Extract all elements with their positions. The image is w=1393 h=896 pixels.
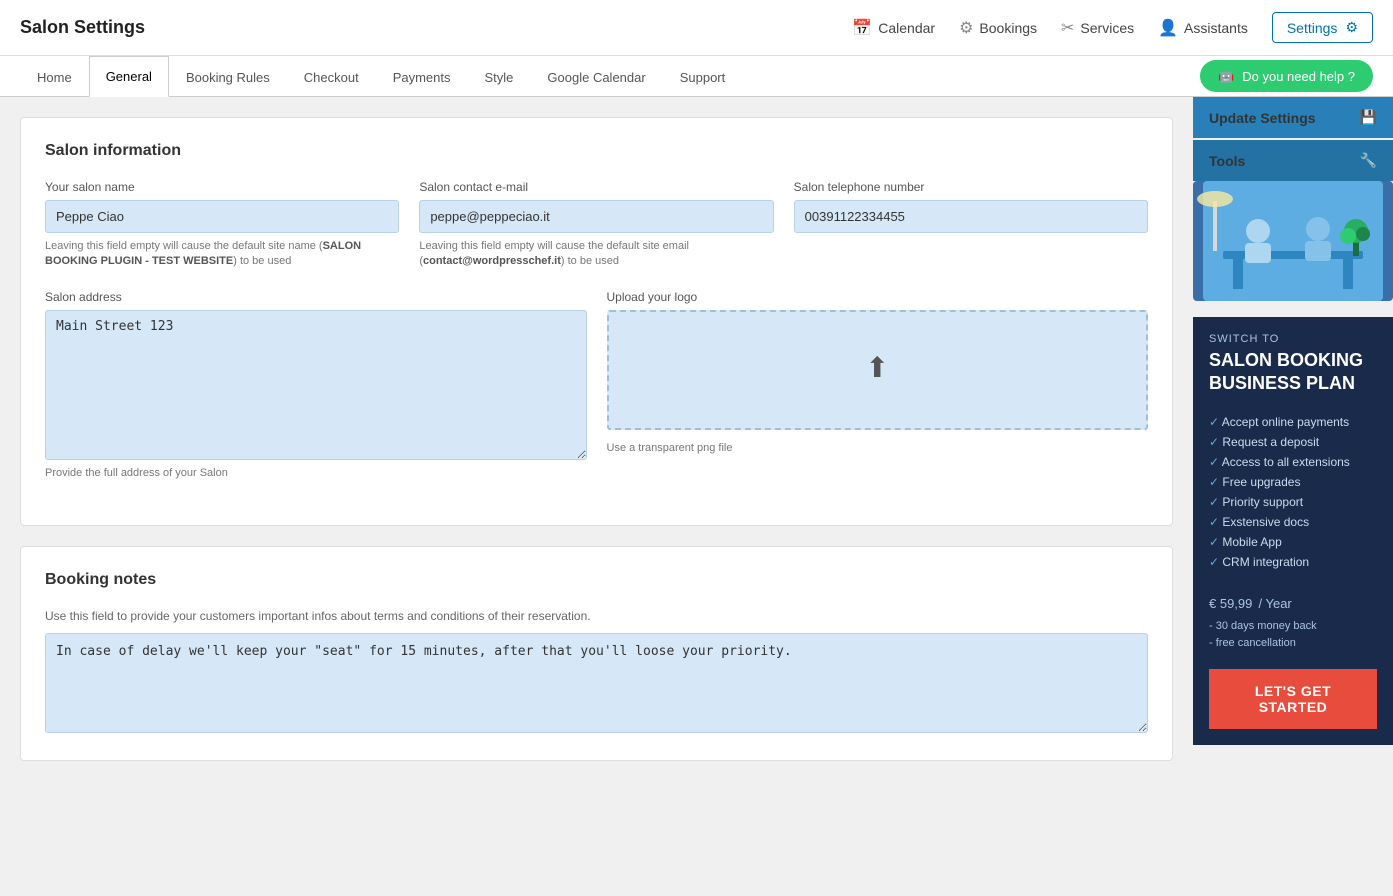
promo-switch-label: SWITCH TO <box>1209 333 1377 345</box>
bookings-icon: ⚙ <box>959 18 973 38</box>
feature-3: Access to all extensions <box>1209 452 1377 472</box>
tab-google-calendar[interactable]: Google Calendar <box>530 57 662 97</box>
nav-bookings[interactable]: ⚙ Bookings <box>959 18 1037 38</box>
salon-address-hint: Provide the full address of your Salon <box>45 466 587 481</box>
booking-notes-title: Booking notes <box>45 571 1148 589</box>
logo-hint: Use a transparent png file <box>607 442 1149 454</box>
help-label: Do you need help ? <box>1242 69 1355 84</box>
calendar-icon: 📅 <box>852 18 872 38</box>
salon-address-label: Salon address <box>45 290 587 304</box>
services-icon: ✂ <box>1061 18 1074 38</box>
salon-email-input[interactable] <box>419 200 773 233</box>
header-nav: 📅 Calendar ⚙ Bookings ✂ Services 👤 Assis… <box>852 12 1373 43</box>
nav-calendar[interactable]: 📅 Calendar <box>852 18 935 38</box>
tools-button[interactable]: Tools 🔧 <box>1193 140 1393 181</box>
assistants-icon: 👤 <box>1158 18 1178 38</box>
sidebar: Update Settings 💾 Tools 🔧 <box>1193 97 1393 893</box>
salon-phone-label: Salon telephone number <box>794 180 1148 194</box>
help-robot-icon: 🤖 <box>1218 68 1234 84</box>
tab-style[interactable]: Style <box>468 57 531 97</box>
nav-services-label: Services <box>1080 20 1134 36</box>
page-title: Salon Settings <box>20 17 852 38</box>
salon-email-hint: Leaving this field empty will cause the … <box>419 239 773 270</box>
salon-name-group: Your salon name Leaving this field empty… <box>45 180 399 270</box>
logo-upload-area[interactable]: ⬆ <box>607 310 1149 430</box>
main-layout: Salon information Your salon name Leavin… <box>0 97 1393 893</box>
nav-assistants-label: Assistants <box>1184 20 1248 36</box>
salon-address-input[interactable] <box>45 310 587 460</box>
update-settings-button[interactable]: Update Settings 💾 <box>1193 97 1393 138</box>
tab-bar: Home General Booking Rules Checkout Paym… <box>0 56 1393 97</box>
promo-title: SALON BOOKING BUSINESS PLAN <box>1209 349 1377 396</box>
salon-name-hint: Leaving this field empty will cause the … <box>45 239 399 270</box>
feature-1: Accept online payments <box>1209 412 1377 432</box>
tab-payments[interactable]: Payments <box>376 57 468 97</box>
booking-notes-hint: Use this field to provide your customers… <box>45 609 1148 623</box>
settings-button[interactable]: Settings ⚙ <box>1272 12 1373 43</box>
settings-gear-icon: ⚙ <box>1345 19 1358 36</box>
salon-info-title: Salon information <box>45 142 1148 160</box>
salon-name-label: Your salon name <box>45 180 399 194</box>
promo-illustration <box>1193 181 1393 301</box>
nav-services[interactable]: ✂ Services <box>1061 18 1134 38</box>
salon-fields-row1: Your salon name Leaving this field empty… <box>45 180 1148 270</box>
help-button[interactable]: 🤖 Do you need help ? <box>1200 60 1373 92</box>
upload-icon: ⬆ <box>866 351 889 384</box>
feature-2: Request a deposit <box>1209 432 1377 452</box>
nav-calendar-label: Calendar <box>878 20 935 36</box>
save-icon: 💾 <box>1360 109 1377 126</box>
salon-email-group: Salon contact e-mail Leaving this field … <box>419 180 773 270</box>
promo-cta-button[interactable]: LET'S GET STARTED <box>1209 669 1377 729</box>
feature-6: Exstensive docs <box>1209 512 1377 532</box>
salon-phone-group: Salon telephone number <box>794 180 1148 270</box>
salon-name-input[interactable] <box>45 200 399 233</box>
tab-checkout[interactable]: Checkout <box>287 57 376 97</box>
tab-booking-rules[interactable]: Booking Rules <box>169 57 287 97</box>
promo-panel: SWITCH TO SALON BOOKING BUSINESS PLAN Ac… <box>1193 317 1393 745</box>
tab-support[interactable]: Support <box>663 57 743 97</box>
promo-price-period: / Year <box>1259 596 1292 611</box>
feature-7: Mobile App <box>1209 532 1377 552</box>
content-area: Salon information Your salon name Leavin… <box>0 97 1193 893</box>
nav-bookings-label: Bookings <box>979 20 1037 36</box>
salon-logo-group: Upload your logo ⬆ Use a transparent png… <box>607 290 1149 481</box>
wrench-icon: 🔧 <box>1360 152 1377 169</box>
feature-8: CRM integration <box>1209 552 1377 572</box>
feature-4: Free upgrades <box>1209 472 1377 492</box>
promo-note: - 30 days money back- free cancellation <box>1209 618 1377 653</box>
nav-assistants[interactable]: 👤 Assistants <box>1158 18 1248 38</box>
tab-home[interactable]: Home <box>20 57 89 97</box>
booking-notes-input[interactable] <box>45 633 1148 733</box>
salon-email-label: Salon contact e-mail <box>419 180 773 194</box>
salon-info-section: Salon information Your salon name Leavin… <box>20 117 1173 526</box>
update-settings-label: Update Settings <box>1209 110 1316 126</box>
promo-price: € 59,99 / Year <box>1209 588 1377 614</box>
booking-notes-section: Booking notes Use this field to provide … <box>20 546 1173 761</box>
salon-logo-label: Upload your logo <box>607 290 1149 304</box>
tab-general[interactable]: General <box>89 56 169 97</box>
settings-label: Settings <box>1287 20 1338 36</box>
salon-fields-row2: Salon address Provide the full address o… <box>45 290 1148 481</box>
promo-features-list: Accept online payments Request a deposit… <box>1209 412 1377 572</box>
salon-phone-input[interactable] <box>794 200 1148 233</box>
header: Salon Settings 📅 Calendar ⚙ Bookings ✂ S… <box>0 0 1393 56</box>
tools-label: Tools <box>1209 153 1245 169</box>
salon-address-group: Salon address Provide the full address o… <box>45 290 587 481</box>
feature-5: Priority support <box>1209 492 1377 512</box>
